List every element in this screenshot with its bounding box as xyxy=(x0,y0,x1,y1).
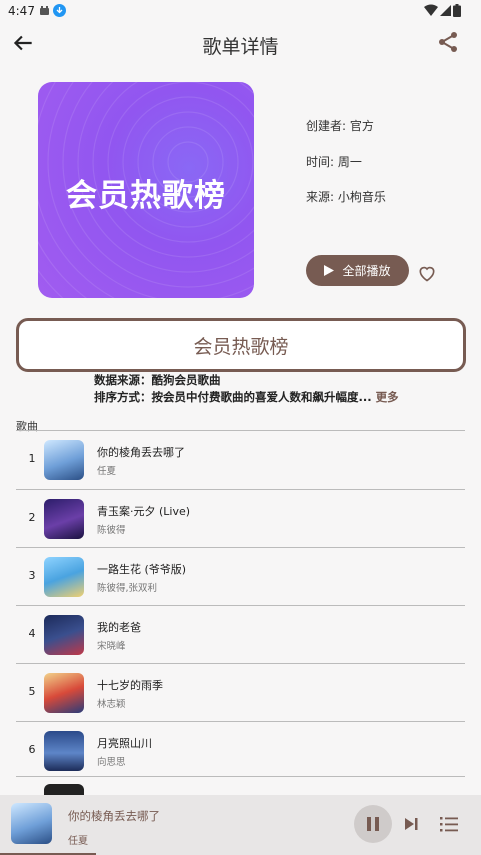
song-artist: 宋晓峰 xyxy=(97,641,126,652)
song-title: 你的棱角丢去哪了 xyxy=(97,446,185,459)
song-title: 青玉案·元夕 (Live) xyxy=(97,505,191,518)
notification-icon xyxy=(40,6,49,15)
song-artist: 陈彼得 xyxy=(97,525,126,536)
song-row[interactable]: 4 我的老爸 宋晓峰 xyxy=(16,606,465,664)
player-song-title: 你的棱角丢去哪了 xyxy=(68,809,160,823)
sort-method-text: 排序方式：按会员中付费歌曲的喜爱人数和飙升幅度... xyxy=(94,390,372,404)
song-thumbnail xyxy=(44,673,84,713)
status-time: 4:47 xyxy=(8,4,35,18)
row-divider xyxy=(16,776,465,777)
player-song-artist: 任夏 xyxy=(68,836,88,847)
pause-button[interactable] xyxy=(354,805,392,843)
download-icon xyxy=(53,4,66,17)
song-title: 一路生花 (爷爷版) xyxy=(97,563,187,576)
song-row[interactable]: 6 月亮照山川 向思思 xyxy=(16,722,465,780)
song-thumbnail xyxy=(44,731,84,771)
share-icon[interactable] xyxy=(436,30,460,54)
player-thumbnail xyxy=(11,803,52,844)
song-row[interactable]: 5 十七岁的雨季 林志颖 xyxy=(16,664,465,722)
time-label: 时间: 周一 xyxy=(306,155,362,169)
pause-icon xyxy=(367,817,379,831)
page-title: 歌单详情 xyxy=(202,36,279,58)
song-index: 2 xyxy=(28,511,36,524)
play-all-button[interactable]: 全部播放 xyxy=(306,255,409,286)
status-bar: 4:47 xyxy=(0,0,481,22)
song-artist: 任夏 xyxy=(97,466,117,477)
song-title: 我的老爸 xyxy=(97,621,141,634)
play-icon xyxy=(324,265,335,276)
data-source-text: 数据来源：酷狗会员歌曲 xyxy=(94,373,221,387)
playlist-name-button[interactable]: 会员热歌榜 xyxy=(16,318,466,372)
more-link[interactable]: 更多 xyxy=(376,390,399,404)
song-index: 1 xyxy=(28,452,36,465)
app-bar: 歌单详情 xyxy=(0,22,481,66)
song-title: 十七岁的雨季 xyxy=(97,679,163,692)
song-artist: 向思思 xyxy=(97,757,126,768)
song-row[interactable]: 1 你的棱角丢去哪了 任夏 xyxy=(16,431,465,489)
song-index: 3 xyxy=(28,569,36,582)
song-thumbnail xyxy=(44,499,84,539)
song-thumbnail xyxy=(44,615,84,655)
playlist-cover: 会员热歌榜 xyxy=(38,82,254,298)
creator-label: 创建者: 官方 xyxy=(306,119,374,133)
song-index: 5 xyxy=(28,685,36,698)
song-row[interactable]: 2 青玉案·元夕 (Live) 陈彼得 xyxy=(16,490,465,548)
song-thumbnail xyxy=(44,440,84,480)
song-artist: 林志颖 xyxy=(97,699,126,710)
skip-next-icon[interactable] xyxy=(402,815,420,833)
favorite-heart-icon[interactable] xyxy=(417,263,437,283)
source-label: 来源: 小枸音乐 xyxy=(306,190,386,204)
song-index: 4 xyxy=(28,627,36,640)
signal-icon xyxy=(440,5,451,16)
battery-icon xyxy=(453,4,461,17)
song-title: 月亮照山川 xyxy=(97,737,152,750)
sort-method-row: 排序方式：按会员中付费歌曲的喜爱人数和飙升幅度... 更多 xyxy=(94,389,399,405)
song-thumbnail-partial xyxy=(44,784,84,795)
song-index: 6 xyxy=(28,743,36,756)
mini-player[interactable]: 你的棱角丢去哪了 任夏 xyxy=(0,795,481,855)
play-all-label: 全部播放 xyxy=(342,264,391,278)
wifi-icon xyxy=(424,4,438,16)
song-artist: 陈彼得,张双利 xyxy=(97,583,158,594)
cover-title: 会员热歌榜 xyxy=(66,178,226,214)
song-thumbnail xyxy=(44,557,84,597)
song-row[interactable]: 3 一路生花 (爷爷版) 陈彼得,张双利 xyxy=(16,548,465,606)
playlist-queue-icon[interactable] xyxy=(439,814,459,834)
